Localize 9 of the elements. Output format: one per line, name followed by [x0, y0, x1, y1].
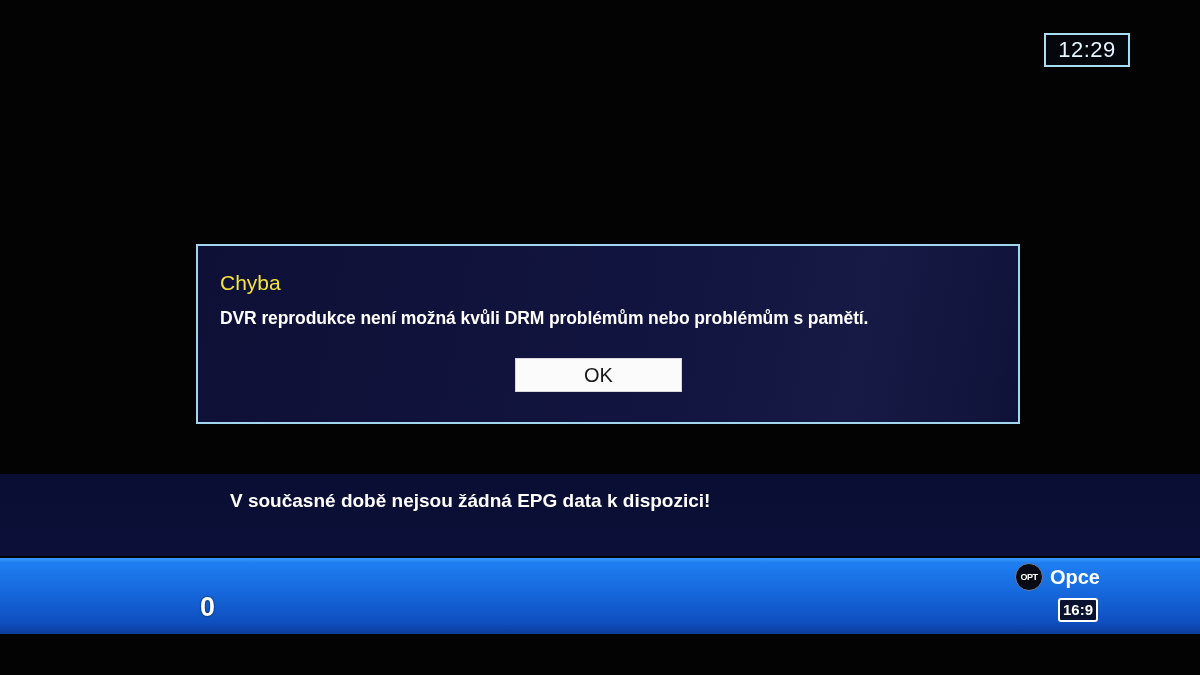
banner-message: V současné době nejsou žádná EPG data k dispozici!: [230, 489, 711, 513]
opt-key: OPT: [1014, 563, 1043, 591]
clock: 12:29: [1044, 33, 1130, 67]
dialog-title: Chyba: [220, 270, 281, 296]
ok-button[interactable]: OK: [515, 358, 682, 392]
options-label: Opce: [1049, 565, 1100, 590]
channel-number: 0: [200, 592, 216, 622]
dialog-message: DVR reprodukce není možná kvůli DRM problémům nebo problémům s pamětí.: [220, 307, 869, 330]
aspect-ratio-indicator: 16:9: [1057, 598, 1098, 622]
